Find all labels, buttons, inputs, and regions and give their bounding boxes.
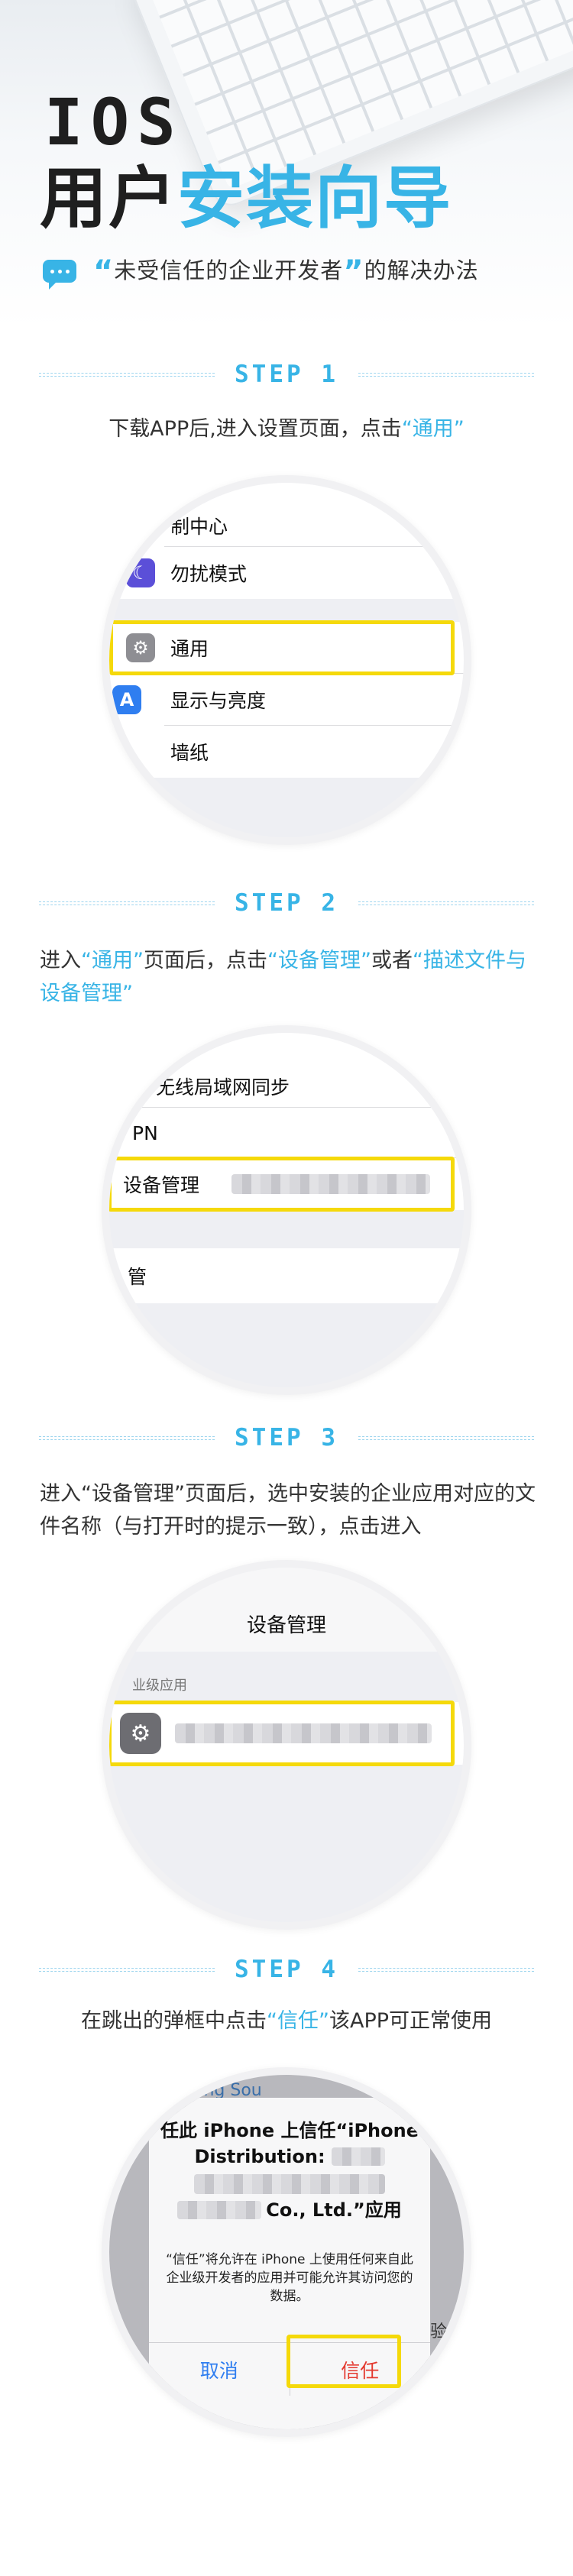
general-row-manage[interactable]: 管 [109,1248,464,1303]
step-2-heading: STEP 2 [0,886,573,920]
settings-row-control-center[interactable]: 制中心 [109,483,464,547]
title-part-guide: 安装向导 [177,159,453,238]
title-ios: IOS [44,85,183,160]
step-4-description: 在跳出的弹框中点击“信任”该APP可正常使用 [80,2009,493,2033]
step-2-screenshot: s 无线局域网同步 PN 设备管理 管 [102,1025,471,1395]
step-3-screenshot: 设备管理 业级应用 ⚙ [102,1560,471,1930]
section-header: 业级应用 [132,1678,187,1694]
settings-row-dnd[interactable]: ☾ 勿扰模式 [109,547,464,599]
highlight-box [109,1157,455,1212]
step-4-heading: STEP 4 [0,1953,573,1986]
step-1-description: 下载APP后,进入设置页面，点击“通用” [108,417,465,441]
cancel-button[interactable]: 取消 [149,2343,290,2396]
settings-row-display[interactable]: A 显示与亮度 [109,674,464,726]
moon-icon: ☾ [126,558,155,587]
blurred-developer-name [194,2174,385,2194]
chat-bubble-icon [43,260,76,290]
nav-title: 设备管理 [246,1613,326,1637]
subtitle-open-quote: “ [93,254,115,290]
highlight-box [109,620,455,675]
step-4-screenshot: ong Sou 验 任此 iPhone 上信任“iPhone Distribut… [102,2067,471,2437]
general-row-itunes-wifi-sync[interactable]: s 无线局域网同步 [109,1033,464,1108]
display-icon: A [112,685,141,714]
title-part-user: 用户 [40,159,178,238]
step-3-heading: STEP 3 [0,1421,573,1455]
step-3-label: STEP 3 [235,1424,338,1451]
step-2-label: STEP 2 [235,889,338,917]
subtitle-rest: 的解决办法 [364,257,479,283]
dialog-message: “信任”将允许在 iPhone 上使用任何来自此企业级开发者的应用并可能允许其访… [166,2252,413,2304]
step-3-description: 进入“设备管理”页面后，选中安装的企业应用对应的文件名称（与打开时的提示一致），… [40,1482,536,1539]
subtitle-close-quote: ” [343,254,364,290]
general-row-vpn[interactable]: PN [109,1108,464,1158]
step-2-description: 进入“通用”页面后，点击“设备管理”或者“描述文件与设备管理” [40,949,526,1005]
step-1-heading: STEP 1 [0,358,573,391]
page-header: IOS 用户安装向导 “未受信任的企业开发者”的解决办法 [0,0,573,328]
step-1-label: STEP 1 [235,361,338,388]
subtitle: “未受信任的企业开发者”的解决办法 [43,254,479,290]
highlight-box [109,1701,455,1766]
settings-row-wallpaper[interactable]: 墙纸 [109,726,464,778]
highlight-box [286,2335,401,2388]
dialog-title: 任此 iPhone 上信任“iPhone Distribution: Co., … [160,2120,419,2221]
subtitle-quoted: 未受信任的企业开发者 [114,257,344,283]
nav-bar: 设备管理 [109,1568,464,1652]
background-side-text: 验 [430,2322,448,2341]
step-4-label: STEP 4 [235,1956,338,1983]
step-1-screenshot: 制中心 ☾ 勿扰模式 ⚙ 通用 A 显示与亮度 墙纸 [102,475,471,845]
page-title: 用户安装向导 [40,160,452,237]
